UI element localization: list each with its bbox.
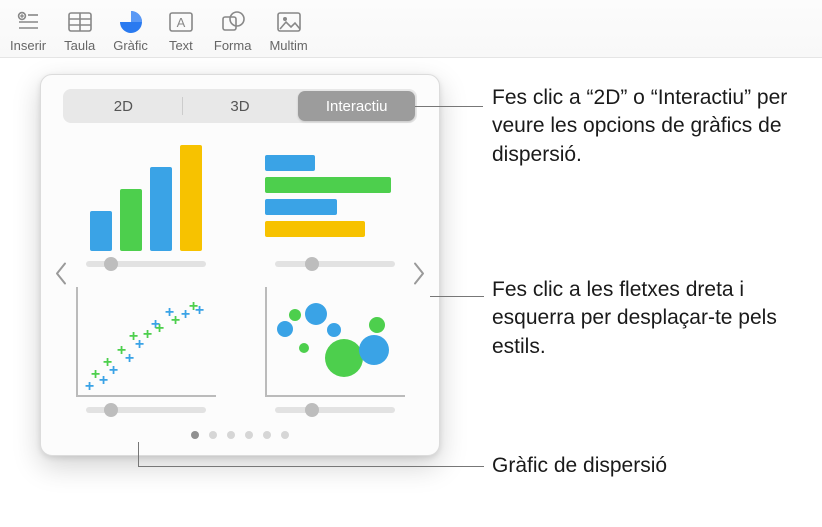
table-icon	[65, 8, 95, 36]
style-slider[interactable]	[86, 261, 206, 267]
hbar-preview	[265, 141, 405, 251]
callout-scatter: Gràfic de dispersió	[492, 452, 667, 480]
shapes-icon	[218, 8, 248, 36]
chart-grid-wrap: + + + + + + + + + + + + + + +	[55, 141, 425, 413]
next-style-arrow[interactable]	[407, 262, 431, 293]
chart-grid: + + + + + + + + + + + + + + +	[71, 141, 409, 413]
chart-picker-popover: 2D 3D Interactiu	[40, 74, 440, 456]
style-slider[interactable]	[275, 407, 395, 413]
toolbar-media[interactable]: Multim	[269, 8, 307, 53]
page-dot[interactable]	[209, 431, 217, 439]
plus-list-icon	[13, 8, 43, 36]
toolbar-chart[interactable]: Gràfic	[113, 8, 148, 53]
chart-option-vbar[interactable]	[71, 141, 220, 267]
callout-line	[430, 296, 484, 297]
prev-style-arrow[interactable]	[49, 262, 73, 293]
text-box-icon: A	[166, 8, 196, 36]
scatter-preview: + + + + + + + + + + + + + + +	[76, 287, 216, 397]
toolbar-table[interactable]: Taula	[64, 8, 95, 53]
toolbar-label: Forma	[214, 38, 252, 53]
segment-2d[interactable]: 2D	[65, 91, 182, 121]
vbar-preview	[76, 141, 216, 251]
callout-line	[415, 106, 483, 107]
page-dot[interactable]	[281, 431, 289, 439]
callout-line	[138, 442, 139, 466]
chevron-right-icon	[412, 262, 426, 286]
media-icon	[274, 8, 304, 36]
toolbar-label: Inserir	[10, 38, 46, 53]
toolbar-shape[interactable]: Forma	[214, 8, 252, 53]
chevron-left-icon	[54, 262, 68, 286]
segment-interactive[interactable]: Interactiu	[298, 91, 415, 121]
toolbar-text[interactable]: A Text	[166, 8, 196, 53]
style-slider[interactable]	[86, 407, 206, 413]
page-dot[interactable]	[245, 431, 253, 439]
toolbar-label: Text	[169, 38, 193, 53]
toolbar-label: Taula	[64, 38, 95, 53]
callout-arrows: Fes clic a les fletxes dreta i esquerra …	[492, 276, 822, 361]
chart-option-hbar[interactable]	[260, 141, 409, 267]
toolbar-insert[interactable]: Inserir	[10, 8, 46, 53]
toolbar-label: Gràfic	[113, 38, 148, 53]
bubble-preview	[265, 287, 405, 397]
page-dot[interactable]	[227, 431, 235, 439]
page-dots[interactable]	[55, 431, 425, 439]
toolbar-label: Multim	[269, 38, 307, 53]
page-dot[interactable]	[263, 431, 271, 439]
segment-3d[interactable]: 3D	[182, 91, 299, 121]
style-slider[interactable]	[275, 261, 395, 267]
segment-control: 2D 3D Interactiu	[63, 89, 417, 123]
chart-option-scatter[interactable]: + + + + + + + + + + + + + + +	[71, 287, 220, 413]
callout-segments: Fes clic a “2D” o “Interactiu” per veure…	[492, 84, 822, 169]
toolbar: Inserir Taula Gràfic A Text Forma Multim	[0, 0, 822, 58]
chart-option-bubble[interactable]	[260, 287, 409, 413]
callout-line	[138, 466, 484, 467]
svg-text:A: A	[177, 15, 186, 30]
pie-chart-icon	[116, 8, 146, 36]
page-dot[interactable]	[191, 431, 199, 439]
